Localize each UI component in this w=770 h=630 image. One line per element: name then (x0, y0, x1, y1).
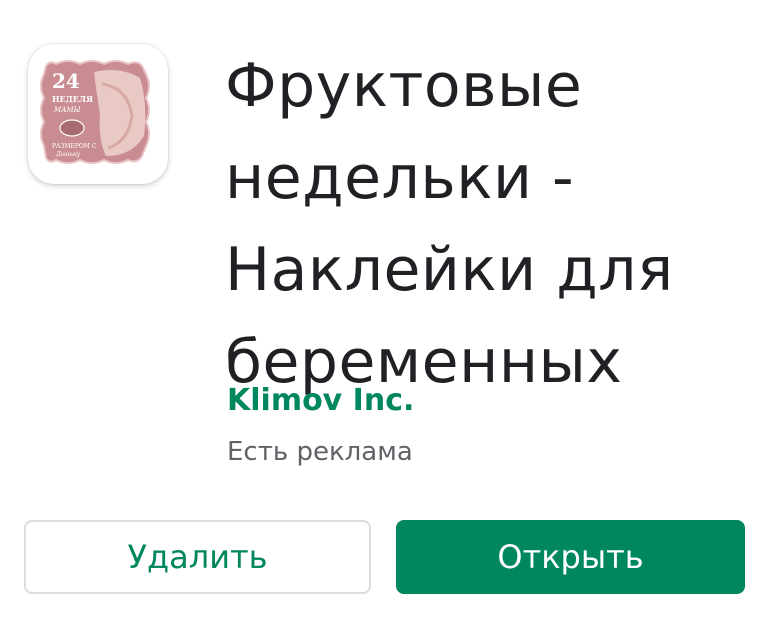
app-title-line: недельки - (225, 143, 575, 213)
open-button[interactable]: Открыть (396, 520, 745, 594)
melon-icon (59, 119, 85, 137)
developer-link[interactable]: Klimov Inc. (227, 383, 414, 418)
app-details-header: 24 НЕДЕЛЯ МАМЫ РАЗМЕРОМ С Дыньку Фруктов… (0, 0, 770, 630)
app-title-line: Наклейки для (225, 235, 674, 305)
icon-subtitle: МАМЫ (53, 106, 81, 114)
app-title: Фруктовые недельки - Наклейки для береме… (225, 40, 765, 408)
fruit-name: Дыньку (55, 151, 81, 158)
app-icon-artwork: 24 НЕДЕЛЯ МАМЫ РАЗМЕРОМ С Дыньку (40, 60, 150, 164)
week-word: НЕДЕЛЯ (52, 94, 93, 104)
week-number: 24 (52, 69, 80, 93)
app-icon: 24 НЕДЕЛЯ МАМЫ РАЗМЕРОМ С Дыньку (28, 44, 168, 184)
size-text: РАЗМЕРОМ С (52, 143, 97, 150)
uninstall-button[interactable]: Удалить (24, 520, 371, 594)
contains-ads-label: Есть реклама (227, 437, 413, 467)
app-title-line: Фруктовые (225, 51, 583, 121)
